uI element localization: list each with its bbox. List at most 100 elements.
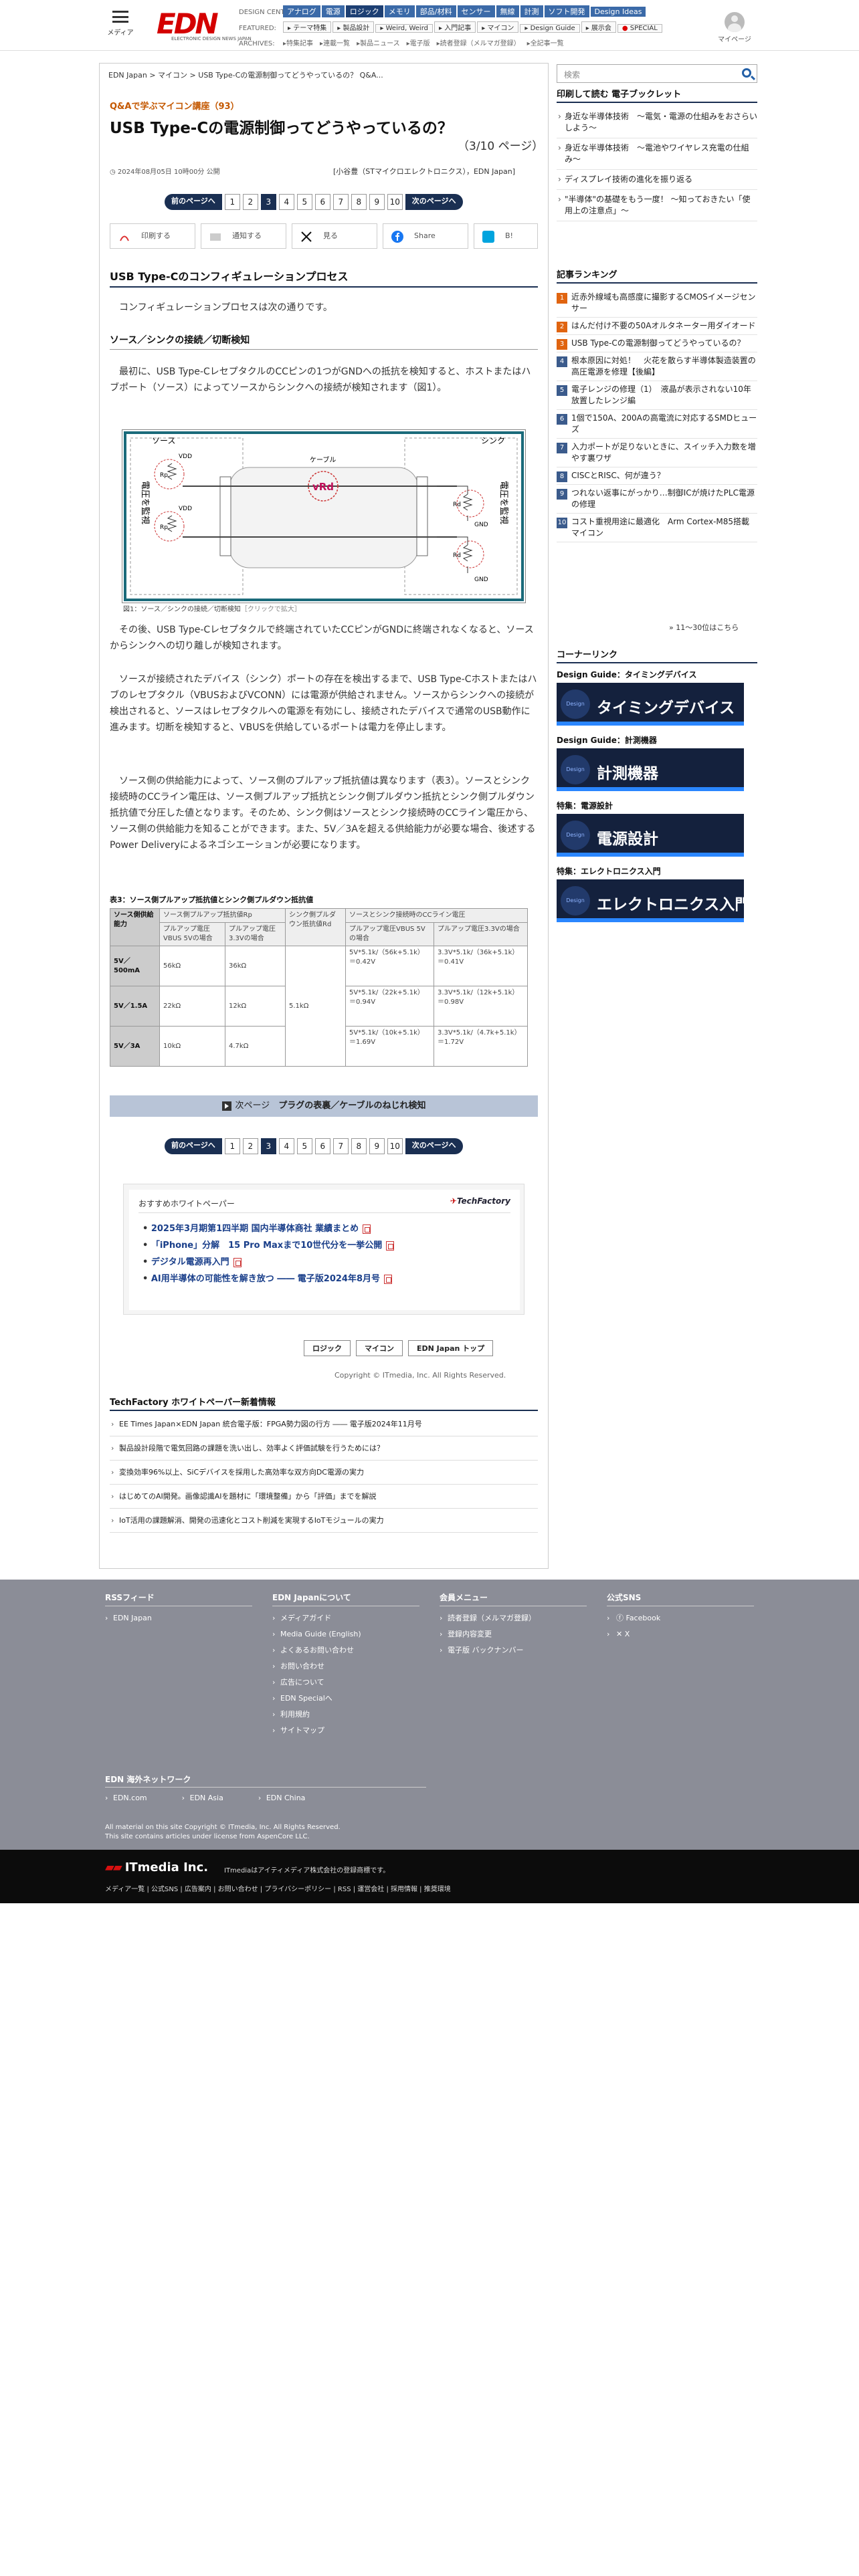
page-number-link[interactable]: 8 — [351, 1138, 367, 1154]
mypage-button[interactable]: マイページ — [716, 12, 753, 43]
ranking-item[interactable]: 4 根本原因に対処！ 火花を散らす半導体製造装置の高圧電源を修理【後編】 — [557, 352, 757, 381]
page-number-link[interactable]: 7 — [332, 194, 349, 210]
ranking-item[interactable]: 5 電子レンジの修理（1） 液晶が表示されない10年放置したレンジ編 — [557, 381, 757, 410]
techfactory-item[interactable]: 製品設計段階で電気回路の課題を洗い出し、効率よく評価試験を行うためには？ — [110, 1436, 538, 1461]
footer-link[interactable]: よくあるお問い合わせ — [272, 1642, 419, 1658]
ranking-item[interactable]: 9 つれない返事にがっかり…制御ICが焼けたPLC電源の修理 — [557, 485, 757, 514]
menu-button[interactable]: メディア — [107, 11, 134, 44]
featured-tag[interactable]: ▸ マイコン — [477, 21, 519, 33]
featured-tag[interactable]: ▸ Design Guide — [520, 24, 580, 33]
ranking-item[interactable]: 3 USB Type-Cの電源制御ってどうやっているの？ — [557, 335, 757, 352]
page-number-link[interactable]: 6 — [314, 1138, 330, 1154]
whitepaper-item[interactable]: AI用半導体の可能性を解き放つ ―― 電子版2024年8月号 — [142, 1271, 394, 1287]
techfactory-item[interactable]: 変換効率96%以上、SiCデバイスを採用した高効率な双方向DC電源の実力 — [110, 1461, 538, 1485]
hatena-bookmark-button[interactable]: B! — [474, 223, 538, 249]
whitepaper-item[interactable]: 2025年3月期第1四半期 国内半導体商社 業績まとめ — [142, 1220, 394, 1237]
page-number-link[interactable]: 3 — [260, 194, 276, 210]
whitepaper-item[interactable]: 「iPhone」分解 15 Pro Maxまで10世代分を一挙公開 — [142, 1237, 395, 1254]
page-number-link[interactable]: 4 — [278, 1138, 294, 1154]
prev-page-button[interactable]: 前のページへ — [165, 1138, 222, 1154]
footer-link[interactable]: 広告について — [272, 1675, 419, 1691]
techfactory-item[interactable]: はじめてのAI開発。画像認識AIを題材に「環境整備」から「評価」までを解説 — [110, 1485, 538, 1509]
edn-logo[interactable]: EDN ELECTRONIC DESIGN NEWS JAPAN — [157, 9, 252, 42]
print-button[interactable]: 印刷する — [110, 223, 195, 249]
design-center-tag[interactable]: 電源 — [321, 5, 345, 17]
featured-tag[interactable]: ▸ 入門記事 — [434, 21, 476, 33]
archive-link[interactable]: 読者登録（メルマガ登録） — [440, 40, 520, 47]
footer-link[interactable]: 利用規約 — [272, 1707, 419, 1723]
booklet-item[interactable]: 身近な半導体技術 〜電池やワイヤレス充電の仕組み〜 — [557, 138, 757, 170]
next-page-button[interactable]: 次のページへ — [405, 194, 463, 210]
techfactory-logo[interactable]: ✈TechFactory — [450, 1196, 510, 1206]
featured-tag[interactable]: ● SPECIAL — [617, 24, 662, 33]
featured-tag[interactable]: ▸ Weird, Weird — [375, 24, 433, 33]
archive-link[interactable]: 特集記事 — [286, 40, 313, 47]
ranking-item[interactable]: 6 1個で150A、200Aの高電流に対応するSMDヒューズ — [557, 410, 757, 439]
breadcrumb-home[interactable]: EDN Japan — [108, 71, 147, 80]
design-center-tag[interactable]: Design Ideas — [590, 7, 646, 17]
page-number-link[interactable]: 9 — [369, 1138, 385, 1154]
ranking-item[interactable]: 7 入力ポートが足りないときに、スイッチ入力数を増やす裏ワザ — [557, 439, 757, 467]
page-number-link[interactable]: 2 — [242, 1138, 258, 1154]
corner-link[interactable]: 特集：エレクトロニクス入門 Design Guide エレクトロニクス入門 — [557, 865, 757, 922]
page-number-link[interactable]: 5 — [296, 194, 312, 210]
archive-link[interactable]: 全記事一覧 — [531, 40, 564, 47]
footer-link[interactable]: EDN Specialへ — [272, 1691, 419, 1707]
featured-tag[interactable]: ▸ テーマ特集 — [283, 21, 332, 33]
series-label[interactable]: Q&Aで学ぶマイコン講座（93） — [110, 99, 240, 112]
page-number-link[interactable]: 1 — [224, 1138, 240, 1154]
footer-link[interactable]: 登録内容変更 — [440, 1626, 587, 1642]
featured-tag[interactable]: ▸ 展示会 — [581, 21, 616, 33]
next-page-button[interactable]: 次のページへ — [405, 1138, 463, 1154]
topic-button-logic[interactable]: ロジック — [304, 1340, 351, 1356]
page-number-link[interactable]: 6 — [314, 194, 330, 210]
enlarge-link[interactable]: ［クリックで拡大］ — [241, 606, 301, 613]
footer-link[interactable]: サイトマップ — [272, 1723, 419, 1739]
booklet-item[interactable]: "半導体"の基礎をもう一度！ 〜知っておきたい「使用上の注意点」〜 — [557, 190, 757, 221]
design-center-tag[interactable]: メモリ — [384, 5, 415, 17]
design-center-tag[interactable]: ソフト開発 — [544, 5, 589, 17]
ranking-item[interactable]: 2 はんだ付け不要の50Aオルタネーター用ダイオード — [557, 318, 757, 335]
facebook-link[interactable]: ⓕ Facebook — [607, 1610, 754, 1626]
page-number-link[interactable]: 9 — [369, 194, 385, 210]
whitepaper-item[interactable]: デジタル電源再入門 — [142, 1254, 394, 1271]
notify-button[interactable]: 通知する — [201, 223, 286, 249]
design-center-tag[interactable]: ロジック — [345, 5, 383, 17]
corner-link[interactable]: Design Guide：計測機器 Design Guide 計測機器 — [557, 734, 757, 791]
page-number-link[interactable]: 7 — [332, 1138, 349, 1154]
booklet-item[interactable]: 身近な半導体技術 〜電気・電源の仕組みをおさらいしよう〜 — [557, 107, 757, 138]
ranking-item[interactable]: 10 コスト重視用途に最適化 Arm Cortex-M85搭載マイコン — [557, 514, 757, 542]
search-icon[interactable] — [742, 68, 751, 78]
footer-link[interactable]: お問い合わせ — [272, 1658, 419, 1675]
facebook-share-button[interactable]: Share — [383, 223, 468, 249]
page-number-link[interactable]: 5 — [296, 1138, 312, 1154]
ranking-item[interactable]: 1 近赤外線域も高感度に撮影するCMOSイメージセンサー — [557, 289, 757, 318]
edn-top-button[interactable]: EDN Japan トップ — [408, 1340, 494, 1356]
corner-link[interactable]: Design Guide：タイミングデバイス Design Guide タイミングデ… — [557, 669, 757, 726]
footer-link[interactable]: Media Guide (English) — [272, 1626, 419, 1642]
footer-link[interactable]: 電子版 バックナンバー — [440, 1642, 587, 1658]
footer-link[interactable]: 読者登録（メルマガ登録） — [440, 1610, 587, 1626]
page-number-link[interactable]: 10 — [387, 1138, 403, 1154]
breadcrumb-category[interactable]: マイコン — [158, 71, 187, 80]
itmedia-logo[interactable]: ▰▰ ITmedia Inc. — [105, 1860, 208, 1874]
next-page-link[interactable]: 次ページ プラグの表裏／ケーブルのねじれ検知 — [110, 1095, 538, 1117]
corner-link[interactable]: 特集：電源設計 Design Guide 電源設計 — [557, 800, 757, 857]
page-number-link[interactable]: 1 — [224, 194, 240, 210]
archive-link[interactable]: 製品ニュース — [360, 40, 400, 47]
figure-connection-detect[interactable]: vRd ソース シンク ケーブル VDD VDD Rp Rp Rd Rd GND… — [122, 429, 526, 603]
prev-page-button[interactable]: 前のページへ — [165, 194, 222, 210]
design-center-tag[interactable]: 計測 — [520, 5, 543, 17]
footer-link[interactable]: メディアガイド — [272, 1610, 419, 1626]
booklet-item[interactable]: ディスプレイ技術の進化を振り返る — [557, 170, 757, 190]
archive-link[interactable]: 電子版 — [410, 40, 430, 47]
topic-button-mcu[interactable]: マイコン — [356, 1340, 403, 1356]
page-number-link[interactable]: 2 — [242, 194, 258, 210]
design-center-tag[interactable]: 部品/材料 — [415, 5, 456, 17]
archive-link[interactable]: 連載一覧 — [323, 40, 350, 47]
page-number-link[interactable]: 10 — [387, 194, 403, 210]
page-number-link[interactable]: 4 — [278, 194, 294, 210]
network-link[interactable]: EDN.com — [105, 1794, 147, 1802]
design-center-tag[interactable]: アナログ — [283, 5, 320, 17]
search-input[interactable]: 検索 — [557, 64, 757, 83]
